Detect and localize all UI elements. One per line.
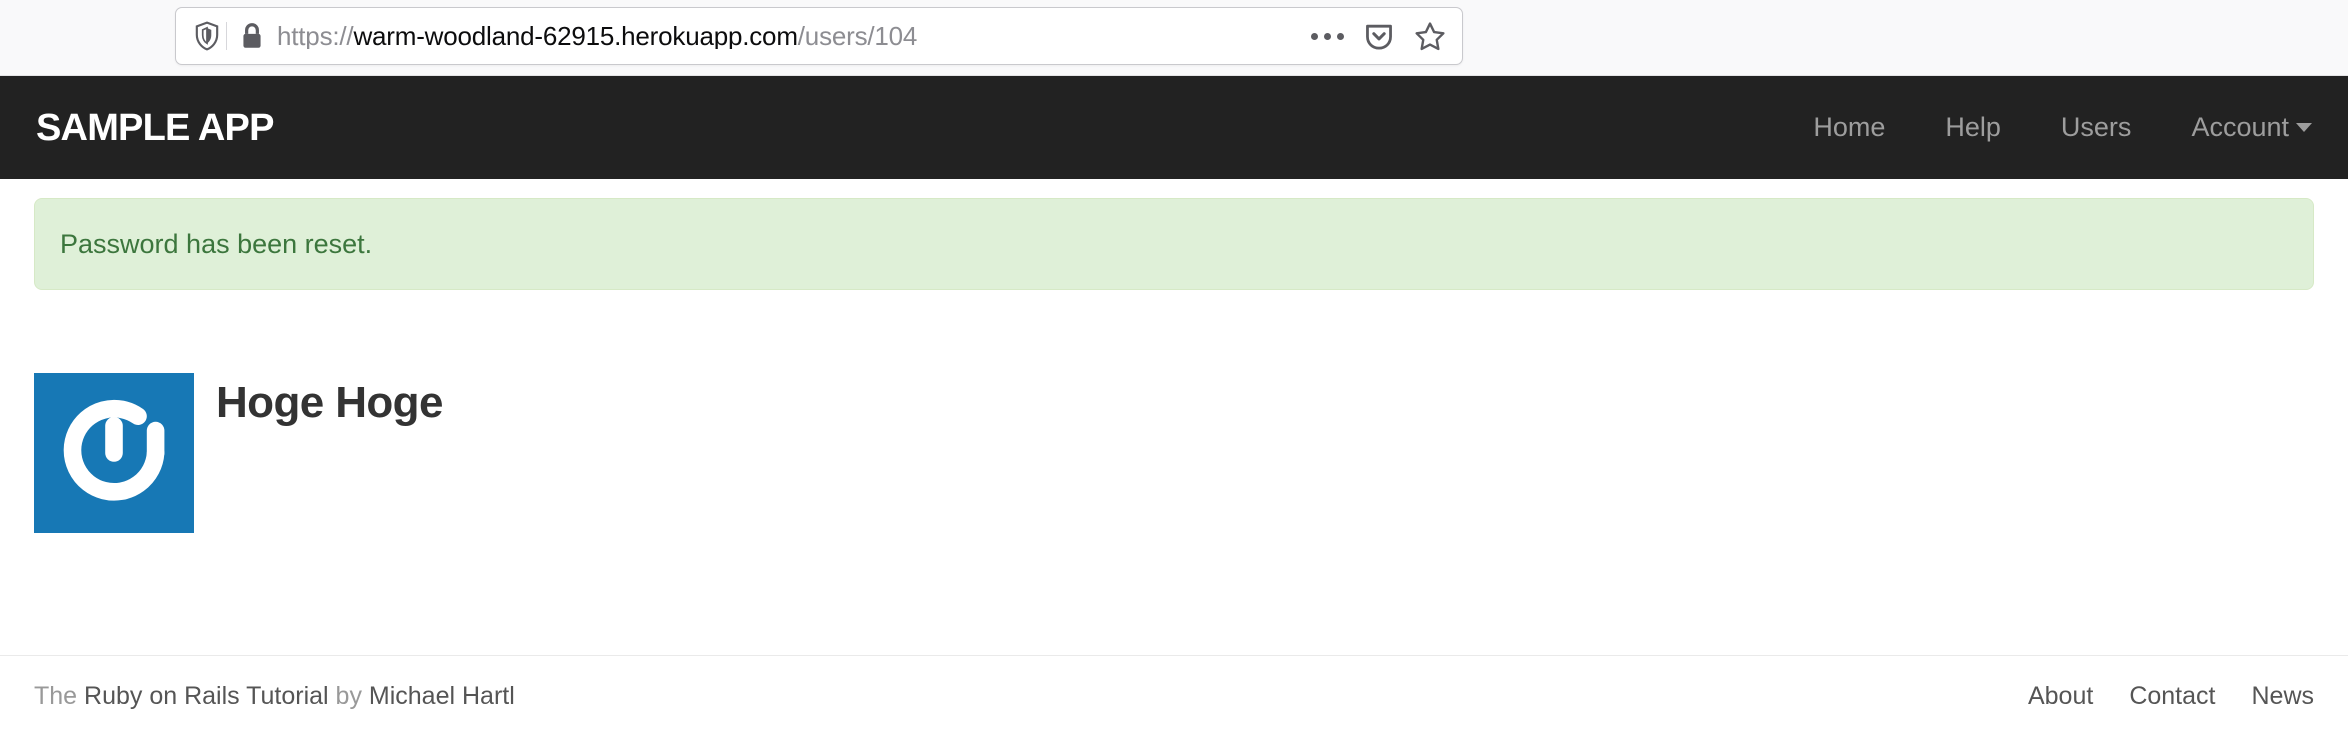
urlbar-actions <box>1311 21 1446 52</box>
footer-credit-middle: by <box>328 682 369 710</box>
gravatar-avatar <box>34 373 194 534</box>
url-path: /users/104 <box>797 23 918 49</box>
url-domain: warm-woodland-62915.herokuapp.com <box>353 23 798 49</box>
brand-logo[interactable]: SAMPLE APP <box>36 109 274 147</box>
chevron-down-icon <box>2296 123 2312 132</box>
main-content: Password has been reset. Hoge Hoge <box>34 198 2314 534</box>
url-protocol: https:// <box>277 23 354 49</box>
nav-link-users[interactable]: Users <box>2031 114 2162 141</box>
address-bar[interactable]: https://warm-woodland-62915.herokuapp.co… <box>175 7 1463 65</box>
nav-link-account-label: Account <box>2191 112 2289 142</box>
url-text[interactable]: https://warm-woodland-62915.herokuapp.co… <box>271 23 1299 49</box>
footer-link-news[interactable]: News <box>2215 681 2314 711</box>
page-actions-icon[interactable] <box>1311 32 1344 40</box>
browser-chrome: https://warm-woodland-62915.herokuapp.co… <box>0 0 2348 76</box>
shield-icon[interactable] <box>190 21 224 51</box>
flash-success-message: Password has been reset. <box>34 198 2314 291</box>
nav-links: Home Help Users Account <box>1783 114 2312 141</box>
navbar: SAMPLE APP Home Help Users Account <box>0 76 2348 179</box>
footer-link-contact[interactable]: Contact <box>2093 681 2215 711</box>
footer-inner: The Ruby on Rails Tutorial by Michael Ha… <box>34 656 2314 711</box>
footer-link-about[interactable]: About <box>1992 681 2093 711</box>
nav-link-home[interactable]: Home <box>1783 114 1915 141</box>
footer-credit: The Ruby on Rails Tutorial by Michael Ha… <box>34 681 515 711</box>
footer-tutorial-link[interactable]: Ruby on Rails Tutorial <box>84 682 329 710</box>
urlbar-divider <box>226 22 227 50</box>
pocket-icon[interactable] <box>1364 21 1394 51</box>
nav-link-help[interactable]: Help <box>1915 114 2031 141</box>
site-footer: The Ruby on Rails Tutorial by Michael Ha… <box>0 655 2348 711</box>
lock-icon[interactable] <box>233 21 271 51</box>
user-profile-block: Hoge Hoge <box>34 373 2314 534</box>
footer-credit-prefix: The <box>34 682 85 710</box>
nav-link-account[interactable]: Account <box>2161 114 2312 141</box>
page-title: Hoge Hoge <box>216 378 443 428</box>
star-icon[interactable] <box>1414 21 1446 52</box>
footer-nav: About Contact News <box>1992 681 2314 711</box>
footer-author-link[interactable]: Michael Hartl <box>369 682 515 710</box>
